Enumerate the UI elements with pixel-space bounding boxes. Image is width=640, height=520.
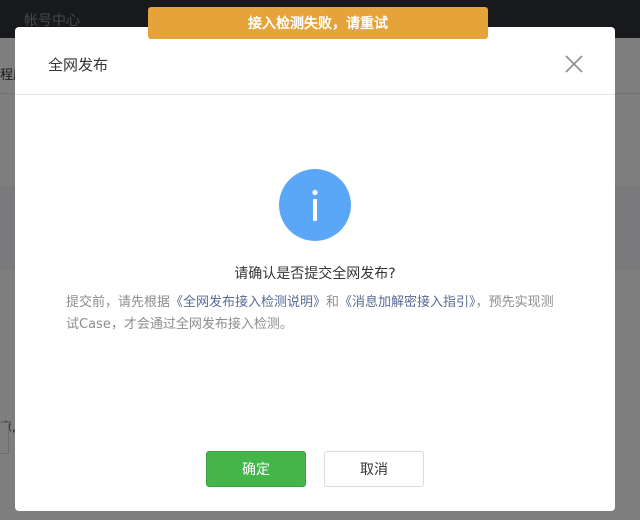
- publish-detection-guide-link[interactable]: 《全网发布接入检测说明》: [170, 295, 326, 310]
- publish-dialog: 全网发布 请确认是否提交全网发布? 提交前，请先根据《全网发布接入检测说明》和《…: [15, 27, 615, 511]
- info-icon: [279, 169, 351, 241]
- confirm-button[interactable]: 确定: [206, 451, 306, 487]
- desc-text-1: 提交前，请先根据: [66, 295, 171, 310]
- dialog-title: 全网发布: [48, 56, 109, 74]
- encryption-guide-link[interactable]: 《消息加解密接入指引》: [339, 295, 476, 310]
- close-icon: [565, 55, 583, 73]
- dialog-description: 提交前，请先根据《全网发布接入检测说明》和《消息加解密接入指引》，预先实现测试C…: [66, 292, 566, 336]
- close-button[interactable]: [561, 51, 587, 77]
- error-toast: 接入检测失败，请重试: [148, 7, 488, 39]
- toast-message: 接入检测失败，请重试: [248, 16, 388, 32]
- desc-text-2: 和: [326, 295, 340, 310]
- confirm-question: 请确认是否提交全网发布?: [234, 266, 396, 282]
- cancel-button[interactable]: 取消: [324, 451, 424, 487]
